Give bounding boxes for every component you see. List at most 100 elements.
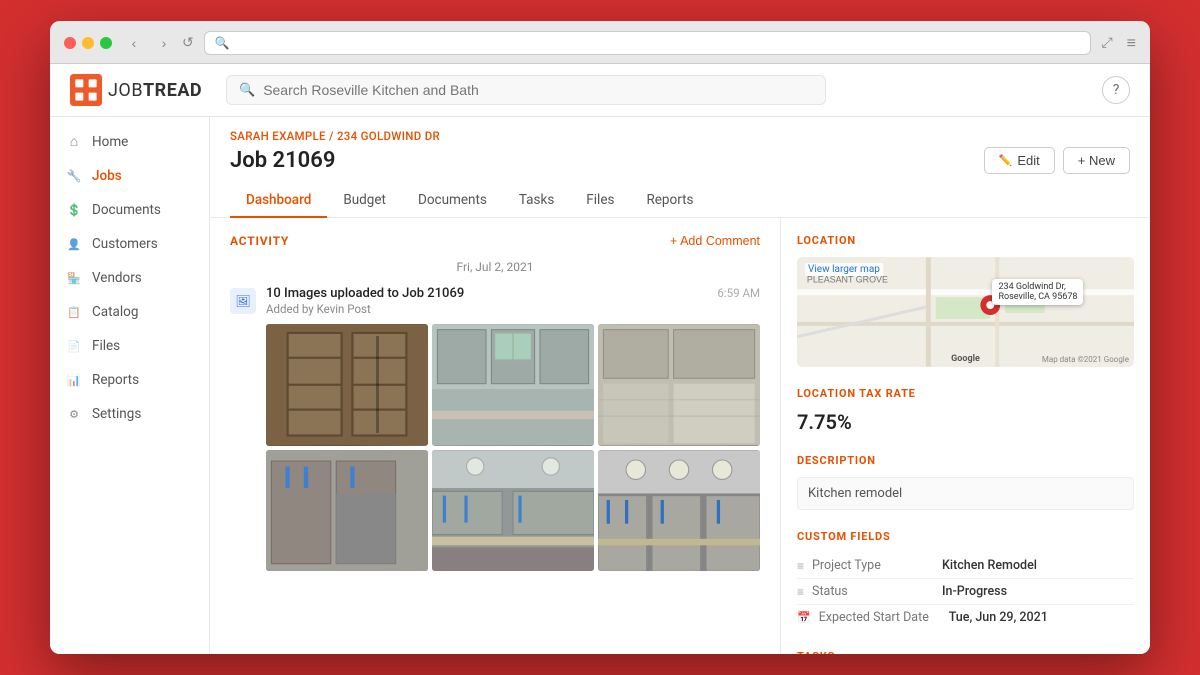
logo-icon <box>70 74 102 106</box>
edit-button[interactable]: ✏️ Edit <box>984 147 1055 174</box>
field-label-status: Status <box>812 584 942 599</box>
description-section: DESCRIPTION Kitchen remodel <box>797 454 1134 510</box>
field-label-start-date: Expected Start Date <box>819 610 949 625</box>
job-header: SARAH EXAMPLE / 234 GOLDWIND DR Job 2106… <box>210 117 1150 218</box>
tab-reports[interactable]: Reports <box>630 184 709 218</box>
sidebar-item-label: Jobs <box>92 168 122 184</box>
view-larger-map-link[interactable]: View larger map <box>805 263 883 276</box>
field-label-project-type: Project Type <box>812 558 942 573</box>
browser-nav: ‹ › ↺ <box>122 31 194 55</box>
activity-section: ACTIVITY + Add Comment Fri, Jul 2, 2021 … <box>210 218 780 654</box>
field-value-start-date: Tue, Jun 29, 2021 <box>949 610 1048 625</box>
sidebar-item-jobs[interactable]: 🔧 Jobs <box>50 160 209 192</box>
field-calendar-icon: 📅 <box>797 611 811 624</box>
browser-dots <box>64 37 112 49</box>
sidebar-item-catalog[interactable]: 📋 Catalog <box>50 296 209 328</box>
fake-map: PLEASANT GROVE 234 Goldwind Dr, Rosevill… <box>797 257 1134 367</box>
header-search[interactable]: 🔍 <box>226 75 826 105</box>
content-area: SARAH EXAMPLE / 234 GOLDWIND DR Job 2106… <box>210 117 1150 654</box>
custom-field-project-type: ≡ Project Type Kitchen Remodel <box>797 553 1134 579</box>
new-button[interactable]: + New <box>1063 147 1130 174</box>
location-title: LOCATION <box>797 234 1134 247</box>
activity-item-time: 6:59 AM <box>717 286 760 300</box>
tab-files[interactable]: Files <box>570 184 630 218</box>
description-text: Kitchen remodel <box>797 477 1134 510</box>
google-logo: Google <box>951 354 980 364</box>
field-drag-icon-1: ≡ <box>797 559 804 573</box>
activity-header: ACTIVITY + Add Comment <box>230 234 760 248</box>
logo-text: JOBTREAD <box>108 80 202 101</box>
photo-item-5[interactable] <box>432 450 594 572</box>
sidebar-item-reports[interactable]: 📊 Reports <box>50 364 209 396</box>
activity-item: 🖼 10 Images uploaded to Job 21069 Added … <box>230 286 760 571</box>
vendors-icon: 🏪 <box>66 272 82 285</box>
photo-item-1[interactable] <box>266 324 428 446</box>
job-title-row: Job 21069 ✏️ Edit + New <box>230 147 1130 174</box>
add-comment-button[interactable]: + Add Comment <box>670 234 760 248</box>
sidebar-item-label: Documents <box>92 202 161 218</box>
sidebar-item-files[interactable]: 📄 Files <box>50 330 209 362</box>
app-header: JOBTREAD 🔍 ? <box>50 64 1150 117</box>
documents-icon: 💲 <box>66 203 82 217</box>
maximize-dot[interactable] <box>100 37 112 49</box>
custom-fields-section: CUSTOM FIELDS ≡ Project Type Kitchen Rem… <box>797 530 1134 630</box>
map-address-bubble: 234 Goldwind Dr, Roseville, CA 95678 <box>992 279 1083 305</box>
help-button[interactable]: ? <box>1102 76 1130 104</box>
expand-icon[interactable]: ⤢ <box>1101 35 1112 51</box>
minimize-dot[interactable] <box>82 37 94 49</box>
sidebar-item-label: Home <box>92 134 128 150</box>
tab-dashboard[interactable]: Dashboard <box>230 184 327 218</box>
browser-window: ‹ › ↺ 🔍 ⤢ ≡ JOBTREAD <box>50 21 1150 654</box>
menu-icon[interactable]: ≡ <box>1127 33 1136 53</box>
sidebar-item-label: Catalog <box>92 304 138 320</box>
url-bar[interactable]: 🔍 <box>204 31 1092 55</box>
map-footer-text: Map data ©2021 Google <box>1042 355 1129 364</box>
back-button[interactable]: ‹ <box>122 31 146 55</box>
customers-icon: 👤 <box>66 238 82 251</box>
tax-rate-title: LOCATION TAX RATE <box>797 387 1134 400</box>
logo: JOBTREAD <box>70 74 210 106</box>
app-container: JOBTREAD 🔍 ? ⌂ Home 🔧 Jobs 💲 <box>50 64 1150 654</box>
breadcrumb: SARAH EXAMPLE / 234 GOLDWIND DR <box>230 129 1130 143</box>
photo-item-4[interactable] <box>266 450 428 572</box>
custom-fields-title: CUSTOM FIELDS <box>797 530 1134 543</box>
map-container: PLEASANT GROVE 234 Goldwind Dr, Rosevill… <box>797 257 1134 367</box>
search-input[interactable] <box>263 82 813 98</box>
photo-grid <box>266 324 760 571</box>
job-tabs: Dashboard Budget Documents Tasks Files R… <box>230 184 1130 217</box>
content-body: ACTIVITY + Add Comment Fri, Jul 2, 2021 … <box>210 218 1150 654</box>
tab-tasks[interactable]: Tasks <box>503 184 570 218</box>
activity-title: ACTIVITY <box>230 234 289 248</box>
photo-item-6[interactable] <box>598 450 760 572</box>
activity-content: 10 Images uploaded to Job 21069 Added by… <box>266 286 760 571</box>
sidebar-item-documents[interactable]: 💲 Documents <box>50 194 209 226</box>
job-actions: ✏️ Edit + New <box>984 147 1130 174</box>
tasks-section: TASKS + + New Task <box>797 650 1134 654</box>
sidebar-item-home[interactable]: ⌂ Home <box>50 125 209 158</box>
sidebar-item-vendors[interactable]: 🏪 Vendors <box>50 262 209 294</box>
sidebar-item-label: Settings <box>92 406 141 422</box>
job-title: Job 21069 <box>230 148 335 173</box>
sidebar-item-customers[interactable]: 👤 Customers <box>50 228 209 260</box>
jobs-icon: 🔧 <box>66 169 82 183</box>
files-icon: 📄 <box>66 340 82 353</box>
refresh-button[interactable]: ↺ <box>182 35 194 51</box>
photo-item-2[interactable] <box>432 324 594 446</box>
close-dot[interactable] <box>64 37 76 49</box>
activity-icon: 🖼 <box>230 288 256 314</box>
tab-documents[interactable]: Documents <box>402 184 503 218</box>
field-drag-icon-2: ≡ <box>797 585 804 599</box>
catalog-icon: 📋 <box>66 306 82 319</box>
browser-chrome: ‹ › ↺ 🔍 ⤢ ≡ <box>50 21 1150 64</box>
sidebar-item-settings[interactable]: ⚙ Settings <box>50 398 209 430</box>
sidebar-item-label: Files <box>92 338 120 354</box>
tax-rate-section: LOCATION TAX RATE 7.75% <box>797 387 1134 434</box>
field-value-status: In-Progress <box>942 584 1007 599</box>
custom-field-status: ≡ Status In-Progress <box>797 579 1134 605</box>
settings-icon: ⚙ <box>66 408 82 421</box>
forward-button[interactable]: › <box>152 31 176 55</box>
sidebar-item-label: Customers <box>92 236 158 252</box>
tab-budget[interactable]: Budget <box>327 184 402 218</box>
custom-field-start-date: 📅 Expected Start Date Tue, Jun 29, 2021 <box>797 605 1134 630</box>
photo-item-3[interactable] <box>598 324 760 446</box>
